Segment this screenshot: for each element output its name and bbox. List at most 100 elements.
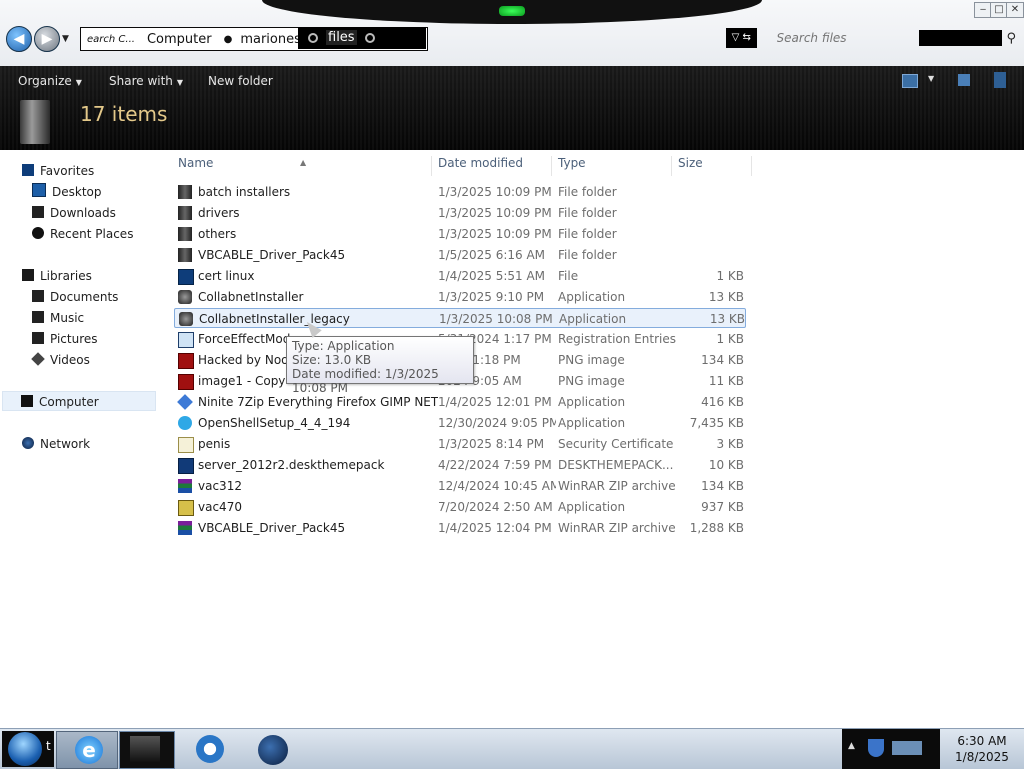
explorer-taskbar-button[interactable] <box>119 731 175 769</box>
setup-icon <box>178 500 194 516</box>
media-player-icon <box>196 735 224 763</box>
file-date-modified: 7/20/2024 2:50 AM <box>438 500 553 514</box>
nav-videos[interactable]: Videos <box>31 350 90 370</box>
file-size <box>678 224 744 244</box>
globe-app-button[interactable] <box>258 731 288 767</box>
file-type: File folder <box>558 185 617 199</box>
breadcrumb-files[interactable]: files <box>300 27 383 49</box>
file-name: drivers <box>198 206 240 220</box>
file-row[interactable]: cert linux 1/4/2025 5:51 AM File 1 KB <box>174 266 746 286</box>
new-folder-button[interactable]: New folder <box>208 74 273 88</box>
file-name: vac312 <box>198 479 242 493</box>
search-overlay-block <box>918 30 1003 46</box>
nav-recent-places[interactable]: Recent Places <box>32 224 133 244</box>
media-player-button[interactable] <box>196 731 226 767</box>
nav-network[interactable]: Network <box>22 434 90 454</box>
nav-favorites-label: Favorites <box>40 164 95 178</box>
nav-favorites[interactable]: Favorites <box>22 161 94 181</box>
file-row[interactable]: VBCABLE_Driver_Pack45 1/4/2025 12:04 PM Wi… <box>174 518 746 538</box>
action-center-icon[interactable] <box>868 739 884 757</box>
address-dropdown-icon[interactable] <box>364 32 375 43</box>
column-header-date[interactable]: Date modified <box>432 156 552 176</box>
clock[interactable]: 6:30 AM 1/8/2025 <box>940 733 1024 765</box>
file-row[interactable]: CollabnetInstaller 1/3/2025 9:10 PM Applic… <box>174 287 746 307</box>
nav-pictures[interactable]: Pictures <box>32 329 98 349</box>
file-type: Application <box>558 290 626 304</box>
close-button[interactable]: ✕ <box>1006 2 1024 18</box>
file-row[interactable]: vac470 7/20/2024 2:50 AM Application 937 KB <box>174 497 746 517</box>
nav-desktop-label: Desktop <box>52 185 102 199</box>
file-type: PNG image <box>558 374 625 388</box>
help-icon[interactable] <box>994 72 1006 88</box>
file-row[interactable]: OpenShellSetup_4_4_194 12/30/2024 9:05 PM… <box>174 413 746 433</box>
file-name: vac470 <box>198 500 242 514</box>
preview-pane-icon[interactable] <box>958 74 970 86</box>
back-button[interactable]: ◀ <box>6 26 32 52</box>
tooltip-size: Size: 13.0 KB <box>292 353 372 367</box>
file-date-modified: 4/22/2024 7:59 PM <box>438 458 552 472</box>
videos-icon <box>31 352 45 366</box>
column-header-name[interactable]: Name ▲ <box>172 156 432 176</box>
file-row[interactable]: others 1/3/2025 10:09 PM File folder <box>174 224 746 244</box>
file-row[interactable]: CollabnetInstaller_legacy 1/3/2025 10:08 … <box>174 308 746 328</box>
file-row[interactable]: server_2012r2.deskthemepack 4/22/2024 7:5… <box>174 455 746 475</box>
nav-desktop[interactable]: Desktop <box>32 182 102 202</box>
certificate-icon <box>178 437 194 453</box>
file-type: Application <box>558 416 626 430</box>
file-name: OpenShellSetup_4_4_194 <box>198 416 351 430</box>
network-status-icon[interactable] <box>892 741 922 755</box>
file-date-modified: 1/3/2025 10:08 PM <box>439 312 553 326</box>
internet-explorer-button[interactable]: e <box>56 731 118 769</box>
view-options-dropdown-icon[interactable]: ▼ <box>928 74 934 83</box>
internet-explorer-icon: e <box>75 736 103 764</box>
forward-button[interactable]: ▶ <box>34 26 60 52</box>
column-header-type[interactable]: Type <box>552 156 672 176</box>
start-label: t <box>46 739 51 753</box>
downloads-icon <box>32 206 44 218</box>
column-header-size[interactable]: Size <box>672 156 752 176</box>
navigation-pane: Favorites Desktop Downloads Recent Place… <box>0 150 168 728</box>
start-button[interactable]: t <box>2 731 54 767</box>
search-box[interactable]: ▽ ⇆ ⚲ <box>726 27 1016 49</box>
nav-computer[interactable]: Computer <box>2 391 156 411</box>
explorer-window-icon <box>130 736 160 762</box>
search-icon[interactable]: ⚲ <box>1006 31 1016 46</box>
file-size <box>678 245 744 265</box>
file-date-modified: 1/5/2025 6:16 AM <box>438 248 546 262</box>
file-type: File folder <box>558 248 617 262</box>
file-row[interactable]: Ninite 7Zip Everything Firefox GIMP NET … <box>174 392 746 412</box>
recent-pages-dropdown-icon[interactable]: ▼ <box>62 34 69 44</box>
file-row[interactable]: batch installers 1/3/2025 10:09 PM File fo… <box>174 182 746 202</box>
organize-button[interactable]: Organize ▼ <box>18 74 82 88</box>
breadcrumb-separator-icon[interactable]: ● <box>220 34 237 45</box>
application-icon <box>178 290 192 304</box>
file-size: 3 KB <box>716 437 744 451</box>
share-with-button[interactable]: Share with ▼ <box>109 74 183 88</box>
chevron-down-icon: ▼ <box>176 78 184 87</box>
music-icon <box>32 311 44 323</box>
title-bar: ◀ ▶ ▼ earch C... Computer ● mariones (F:… <box>0 0 1024 66</box>
nav-documents[interactable]: Documents <box>32 287 118 307</box>
file-row[interactable]: drivers 1/3/2025 10:09 PM File folder <box>174 203 746 223</box>
image-icon <box>178 374 194 390</box>
file-row[interactable]: VBCABLE_Driver_Pack45 1/5/2025 6:16 AM Fil… <box>174 245 746 265</box>
file-date-modified: 1/3/2025 10:09 PM <box>438 185 552 199</box>
refresh-icon[interactable]: ▽ ⇆ <box>726 28 757 48</box>
file-date-modified: 12/4/2024 10:45 AM <box>438 479 556 493</box>
file-type: File <box>558 269 579 283</box>
file-type: File folder <box>558 206 617 220</box>
nav-music[interactable]: Music <box>32 308 84 328</box>
change-view-icon[interactable] <box>902 74 918 88</box>
file-row[interactable]: penis 1/3/2025 8:14 PM Security Certificat… <box>174 434 746 454</box>
file-date-modified: 1/4/2025 12:01 PM <box>438 395 552 409</box>
nav-downloads[interactable]: Downloads <box>32 203 116 223</box>
show-hidden-icons-icon[interactable]: ▲ <box>848 741 855 751</box>
ninite-icon <box>177 394 193 410</box>
file-row[interactable]: vac312 12/4/2024 10:45 AM WinRAR ZIP archi… <box>174 476 746 496</box>
search-input[interactable] <box>756 29 873 47</box>
item-count: 17 items <box>80 102 168 126</box>
desktop-icon <box>32 183 46 197</box>
notification-area: ▲ <box>842 729 940 769</box>
breadcrumb-computer[interactable]: Computer <box>143 32 220 47</box>
nav-libraries[interactable]: Libraries <box>22 266 92 286</box>
